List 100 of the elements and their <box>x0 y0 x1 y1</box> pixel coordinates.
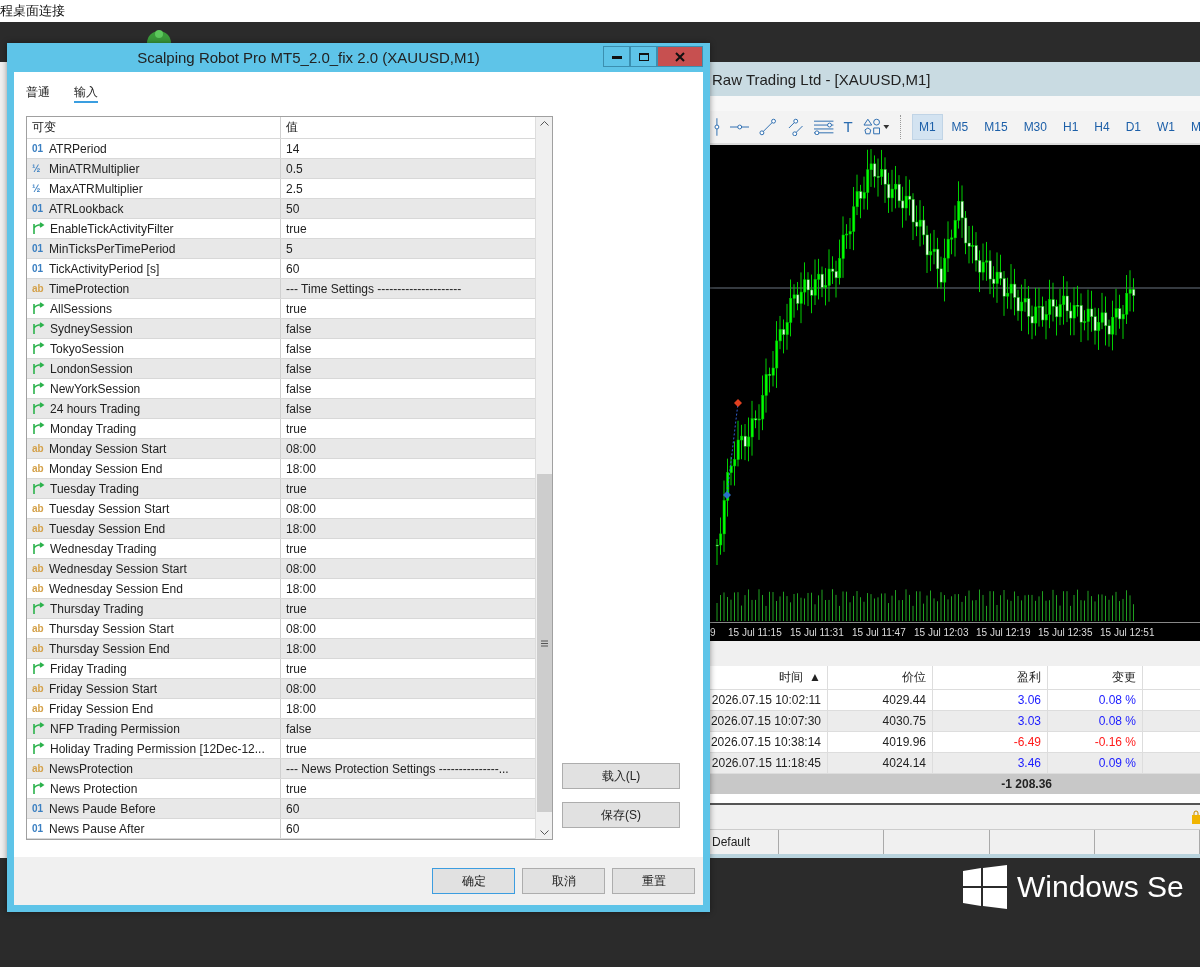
parameter-row[interactable]: 24 hours Trading false <box>27 399 535 419</box>
scrollbar[interactable] <box>535 117 552 839</box>
trend-line-icon[interactable] <box>759 117 777 136</box>
parameter-value: 08:00 <box>286 621 317 636</box>
parameter-name: Tuesday Session Start <box>49 501 170 516</box>
parameter-row[interactable]: Holiday Trading Permission [12Dec-12... true <box>27 739 535 759</box>
vertical-line-icon[interactable] <box>714 117 720 136</box>
parameter-row[interactable]: EnableTickActivityFilter true <box>27 219 535 239</box>
parameter-row[interactable]: ½ MaxATRMultiplier 2.5 <box>27 179 535 199</box>
close-icon <box>675 51 685 62</box>
parameter-row[interactable]: ab Thursday Session Start 08:00 <box>27 619 535 639</box>
parameter-row[interactable]: ab Friday Session End 18:00 <box>27 699 535 719</box>
type-icon: ab <box>32 623 44 634</box>
parameter-name: News Pause After <box>49 821 145 836</box>
dialog-button[interactable]: 确定 <box>432 868 515 894</box>
parameter-row[interactable]: TokyoSession false <box>27 339 535 359</box>
timeframe-button[interactable]: H4 <box>1087 113 1117 140</box>
timeframe-button[interactable]: W1 <box>1150 113 1182 140</box>
channel-icon[interactable] <box>786 117 805 136</box>
parameter-value: 60 <box>286 801 300 816</box>
text-tool[interactable]: T <box>843 118 853 136</box>
parameter-row[interactable]: ab NewsProtection --- News Protection Settings ---------------... <box>27 759 535 779</box>
parameter-row[interactable]: Tuesday Trading true <box>27 479 535 499</box>
flag-arrow-icon <box>32 722 45 735</box>
parameter-name: ATRLookback <box>49 201 124 216</box>
column-header[interactable]: 可变 <box>32 119 56 136</box>
parameter-row[interactable]: AllSessions true <box>27 299 535 319</box>
parameter-row[interactable]: NewYorkSession false <box>27 379 535 399</box>
parameter-row[interactable]: News Protection true <box>27 779 535 799</box>
table-cell: 3.46 <box>933 752 1048 773</box>
parameter-row[interactable]: 01 MinTicksPerTimePeriod 5 <box>27 239 535 259</box>
tab[interactable]: 普通 <box>26 84 50 103</box>
parameter-name: Thursday Session Start <box>49 621 174 636</box>
parameter-row[interactable]: 01 News Paude Before 60 <box>27 799 535 819</box>
parameter-row[interactable]: Friday Trading true <box>27 659 535 679</box>
parameter-row[interactable]: ab TimeProtection --- Time Settings --------------------- <box>27 279 535 299</box>
column-header[interactable]: 价位 <box>828 665 933 689</box>
flag-arrow-icon <box>32 542 45 555</box>
trade-row[interactable]: 2026.07.15 10:07:30 4030.75 3.03 0.08 % <box>710 710 1200 732</box>
parameter-value: true <box>286 661 307 676</box>
parameter-row[interactable]: ab Monday Session Start 08:00 <box>27 439 535 459</box>
shapes-icon[interactable] <box>862 117 890 136</box>
dialog-button[interactable]: 重置 <box>612 868 695 894</box>
maximize-button[interactable] <box>630 46 657 67</box>
parameter-row[interactable]: 01 News Pause After 60 <box>27 819 535 839</box>
axis-label: 15 Jul 12:51 <box>1100 626 1156 638</box>
timeframe-button[interactable]: M15 <box>977 113 1015 140</box>
timeframe-button[interactable]: M <box>1184 113 1200 140</box>
scrollbar-thumb[interactable] <box>536 474 552 812</box>
parameter-row[interactable]: Wednesday Trading true <box>27 539 535 559</box>
column-header[interactable]: 值 <box>286 119 298 136</box>
column-header[interactable]: 变更 <box>1048 665 1143 689</box>
parameter-row[interactable]: ab Monday Session End 18:00 <box>27 459 535 479</box>
minimize-button[interactable] <box>603 46 630 67</box>
parameter-row[interactable]: Monday Trading true <box>27 419 535 439</box>
dialog-button[interactable]: 取消 <box>522 868 605 894</box>
grip-icon <box>540 639 548 647</box>
parameter-row[interactable]: ab Tuesday Session Start 08:00 <box>27 499 535 519</box>
parameter-value: true <box>286 481 307 496</box>
parameter-value: true <box>286 221 307 236</box>
window-title: Raw Trading Ltd - [XAUUSD,M1] <box>712 70 931 88</box>
flag-arrow-icon <box>32 322 45 335</box>
timeframe-button[interactable]: M1 <box>911 113 943 140</box>
parameter-row[interactable]: ½ MinATRMultiplier 0.5 <box>27 159 535 179</box>
trade-row[interactable]: 2026.07.15 10:02:11 4029.44 3.06 0.08 % <box>710 689 1200 711</box>
parameter-name: Friday Session End <box>49 701 154 716</box>
close-button[interactable] <box>657 46 703 67</box>
trade-row[interactable]: 2026.07.15 10:38:14 4019.96 -6.49 -0.16 % <box>710 731 1200 753</box>
side-button[interactable]: 保存(S) <box>562 802 680 828</box>
parameter-row[interactable]: LondonSession false <box>27 359 535 379</box>
parameter-name: Monday Session End <box>49 461 163 476</box>
timeframe-button[interactable]: M5 <box>944 113 976 140</box>
parameter-row[interactable]: 01 ATRLookback 50 <box>27 199 535 219</box>
parameter-row[interactable]: ab Wednesday Session End 18:00 <box>27 579 535 599</box>
total-value: -1 208.36 <box>1000 775 1053 793</box>
tab[interactable]: 输入 <box>74 84 98 103</box>
timeframe-button[interactable]: M30 <box>1016 113 1054 140</box>
parameter-row[interactable]: 01 TickActivityPeriod [s] 60 <box>27 259 535 279</box>
column-header[interactable]: 盈利 <box>933 665 1048 689</box>
type-icon: 01 <box>32 803 44 814</box>
parameter-row[interactable]: ab Friday Session Start 08:00 <box>27 679 535 699</box>
horizontal-line-icon[interactable] <box>729 123 750 130</box>
parameter-name: Friday Session Start <box>49 681 158 696</box>
parameter-row[interactable]: ab Tuesday Session End 18:00 <box>27 519 535 539</box>
parameter-row[interactable]: 01 ATRPeriod 14 <box>27 139 535 159</box>
trade-row[interactable]: 2026.07.15 11:18:45 4024.14 3.46 0.09 % <box>710 752 1200 774</box>
parameter-row[interactable]: NFP Trading Permission false <box>27 719 535 739</box>
timeframe-button[interactable]: D1 <box>1118 113 1148 140</box>
parameter-value: false <box>286 361 312 376</box>
parameter-row[interactable]: SydneySession false <box>27 319 535 339</box>
parameter-value: 08:00 <box>286 681 317 696</box>
lines-icon[interactable] <box>814 118 834 135</box>
flag-arrow-icon <box>32 342 45 355</box>
minimize-icon <box>611 54 622 59</box>
parameter-row[interactable]: Thursday Trading true <box>27 599 535 619</box>
timeframe-button[interactable]: H1 <box>1055 113 1086 140</box>
flag-arrow-icon <box>32 382 45 395</box>
side-button[interactable]: 载入(L) <box>562 763 680 789</box>
parameter-row[interactable]: ab Wednesday Session Start 08:00 <box>27 559 535 579</box>
parameter-row[interactable]: ab Thursday Session End 18:00 <box>27 639 535 659</box>
